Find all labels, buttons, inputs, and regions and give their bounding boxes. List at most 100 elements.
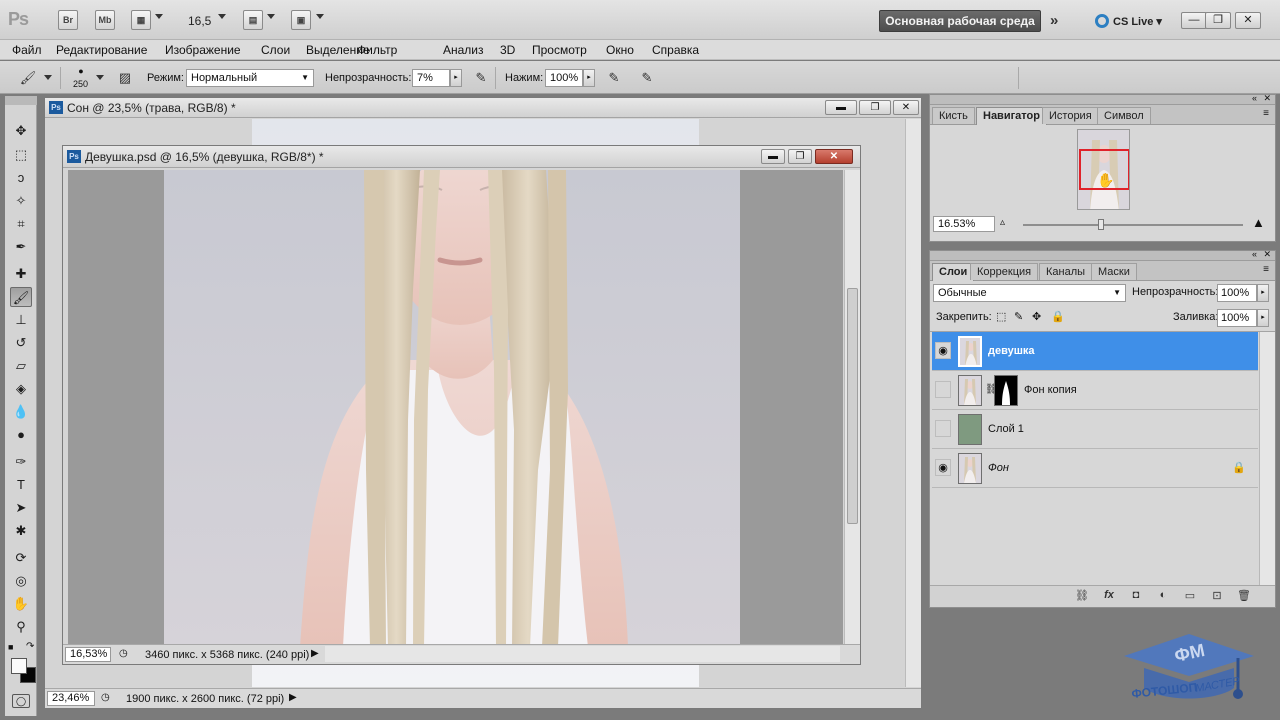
brush-panel-toggle-icon[interactable]: ▨ bbox=[115, 69, 135, 87]
layer-row[interactable]: ◉ девушка bbox=[932, 332, 1258, 371]
bridge-button[interactable]: Br bbox=[58, 10, 78, 30]
chevron-down-icon[interactable] bbox=[155, 14, 163, 19]
cs-live-button[interactable]: CS Live ▾ bbox=[1095, 14, 1162, 28]
panel-menu-icon[interactable]: ≡ bbox=[1263, 264, 1269, 275]
layer-thumbnail[interactable] bbox=[958, 375, 982, 406]
screen-mode-button[interactable]: ▣ bbox=[291, 10, 311, 30]
pen-tool-icon[interactable]: ✑ bbox=[10, 452, 32, 472]
tab-history[interactable]: История bbox=[1042, 107, 1099, 124]
lasso-tool-icon[interactable]: ↄ bbox=[10, 168, 32, 188]
add-mask-icon[interactable]: ◘ bbox=[1127, 589, 1145, 603]
chevron-down-icon[interactable] bbox=[267, 14, 275, 19]
3d-orbit-tool-icon[interactable]: ◎ bbox=[10, 571, 32, 591]
menu-3d[interactable]: 3D bbox=[500, 43, 515, 57]
menu-window[interactable]: Окно bbox=[606, 43, 634, 57]
foreground-color-swatch[interactable] bbox=[11, 658, 27, 674]
zoom-out-icon[interactable]: ▵ bbox=[1000, 217, 1005, 228]
restore-button[interactable]: ❐ bbox=[1205, 12, 1231, 29]
new-group-icon[interactable]: ▭ bbox=[1181, 589, 1199, 603]
panel-menu-icon[interactable]: ≡ bbox=[1263, 108, 1269, 119]
navigator-zoom-input[interactable]: 16.53% bbox=[933, 216, 995, 232]
paint-bucket-tool-icon[interactable]: ◈ bbox=[10, 379, 32, 399]
3d-rotate-tool-icon[interactable]: ⟳ bbox=[10, 548, 32, 568]
tab-brush[interactable]: Кисть bbox=[932, 107, 975, 124]
menu-layers[interactable]: Слои bbox=[261, 43, 290, 57]
layer-opacity-slider-toggle[interactable]: ▸ bbox=[1257, 284, 1269, 302]
layer-opacity-input[interactable]: 100% bbox=[1217, 284, 1257, 302]
layer-thumbnail[interactable] bbox=[958, 414, 982, 445]
close-button[interactable]: ✕ bbox=[893, 100, 919, 115]
lock-all-icon[interactable]: 🔒 bbox=[1051, 310, 1065, 323]
layer-thumbnail[interactable] bbox=[958, 453, 982, 484]
collapse-icon[interactable]: « bbox=[1252, 93, 1257, 103]
opacity-input[interactable]: 7% bbox=[412, 69, 450, 87]
horizontal-scrollbar[interactable] bbox=[325, 646, 840, 662]
brush-preview-icon[interactable]: ● bbox=[72, 66, 90, 76]
crop-tool-icon[interactable]: ⌗ bbox=[10, 214, 32, 234]
menu-filter[interactable]: Фильтр bbox=[357, 43, 397, 57]
restore-button[interactable]: ❐ bbox=[788, 149, 812, 164]
tablet-opacity-icon[interactable]: ✎ bbox=[471, 69, 491, 87]
trash-icon[interactable]: 🗑 bbox=[1235, 589, 1253, 603]
chevron-down-icon[interactable] bbox=[96, 75, 104, 80]
menu-view[interactable]: Просмотр bbox=[532, 43, 587, 57]
zoom-input[interactable]: 23,46% bbox=[47, 691, 95, 706]
layer-blend-mode-select[interactable]: Обычные ▼ bbox=[933, 284, 1126, 302]
brush-tool-preset-icon[interactable]: 🖌 bbox=[18, 69, 38, 87]
view-extras-button[interactable]: ▦ bbox=[131, 10, 151, 30]
zoom-input[interactable]: 16,53% bbox=[65, 647, 111, 662]
default-colors-icon[interactable]: ■ bbox=[8, 642, 13, 652]
history-brush-tool-icon[interactable]: ↺ bbox=[10, 333, 32, 353]
tab-character[interactable]: Символ bbox=[1097, 107, 1151, 124]
menu-help[interactable]: Справка bbox=[652, 43, 699, 57]
close-panel-icon[interactable]: ✕ bbox=[1263, 249, 1271, 260]
minibridge-button[interactable]: Mb bbox=[95, 10, 115, 30]
eye-icon[interactable]: ◉ bbox=[935, 459, 951, 476]
eye-icon[interactable]: ◉ bbox=[935, 342, 951, 359]
status-menu-icon[interactable]: ◷ bbox=[119, 648, 128, 659]
layer-row[interactable]: ◉ Фон 🔒 bbox=[932, 449, 1258, 488]
navigator-zoom-slider-thumb[interactable] bbox=[1098, 219, 1104, 230]
status-arrow-icon[interactable]: ▶ bbox=[311, 648, 319, 659]
fill-input[interactable]: 100% bbox=[1217, 309, 1257, 327]
eraser-tool-icon[interactable]: ▱ bbox=[10, 356, 32, 376]
quick-mask-icon[interactable]: ◯ bbox=[12, 694, 30, 708]
blur-tool-icon[interactable]: 💧 bbox=[10, 402, 32, 422]
zoom-tool-icon[interactable]: ⚲ bbox=[10, 617, 32, 637]
path-select-tool-icon[interactable]: ➤ bbox=[10, 498, 32, 518]
zoom-level-field[interactable]: 16,5 bbox=[188, 14, 211, 28]
close-panel-icon[interactable]: ✕ bbox=[1263, 93, 1271, 104]
menu-image[interactable]: Изображение bbox=[165, 43, 241, 57]
layer-name[interactable]: Фон копия bbox=[1024, 384, 1077, 396]
adjustment-layer-icon[interactable]: ◐ bbox=[1154, 589, 1172, 603]
navigator-zoom-slider[interactable] bbox=[1023, 224, 1243, 226]
shape-tool-icon[interactable]: ✱ bbox=[10, 521, 32, 541]
tablet-size-icon[interactable]: ✎ bbox=[637, 69, 657, 87]
healing-brush-tool-icon[interactable]: ✚ bbox=[10, 264, 32, 284]
menu-file[interactable]: Файл bbox=[12, 43, 42, 57]
layer-name[interactable]: Фон bbox=[988, 462, 1009, 474]
lock-transparency-icon[interactable]: ⬚ bbox=[996, 310, 1006, 323]
layer-row[interactable]: Слой 1 bbox=[932, 410, 1258, 449]
layer-row[interactable]: ⛓ Фон копия bbox=[932, 371, 1258, 410]
minimize-button[interactable]: ▬ bbox=[825, 100, 857, 115]
opacity-slider-toggle[interactable]: ▸ bbox=[450, 69, 462, 87]
vertical-scrollbar[interactable] bbox=[844, 170, 860, 647]
chevron-down-icon[interactable] bbox=[44, 75, 52, 80]
blend-mode-select[interactable]: Нормальный ▼ bbox=[186, 69, 314, 87]
hand-tool-icon[interactable]: ✋ bbox=[10, 594, 32, 614]
menu-analysis[interactable]: Анализ bbox=[443, 43, 484, 57]
tab-navigator[interactable]: Навигатор bbox=[976, 107, 1047, 125]
new-layer-icon[interactable]: ⊡ bbox=[1208, 589, 1226, 603]
document-canvas[interactable] bbox=[68, 170, 843, 647]
toolbox-grip[interactable] bbox=[5, 96, 37, 105]
tab-layers[interactable]: Слои bbox=[932, 263, 975, 281]
workspace-button[interactable]: Основная рабочая среда bbox=[879, 10, 1041, 32]
document-title-bar[interactable]: Ps Сон @ 23,5% (трава, RGB/8) * ▬ ❐ ✕ bbox=[45, 98, 921, 118]
lock-pixels-icon[interactable]: ✎ bbox=[1014, 310, 1023, 323]
close-button[interactable]: ✕ bbox=[815, 149, 853, 164]
scrollbar-thumb[interactable] bbox=[847, 288, 858, 524]
menu-edit[interactable]: Редактирование bbox=[56, 43, 147, 57]
marquee-tool-icon[interactable]: ⬚ bbox=[10, 145, 32, 165]
type-tool-icon[interactable]: T bbox=[10, 475, 32, 495]
